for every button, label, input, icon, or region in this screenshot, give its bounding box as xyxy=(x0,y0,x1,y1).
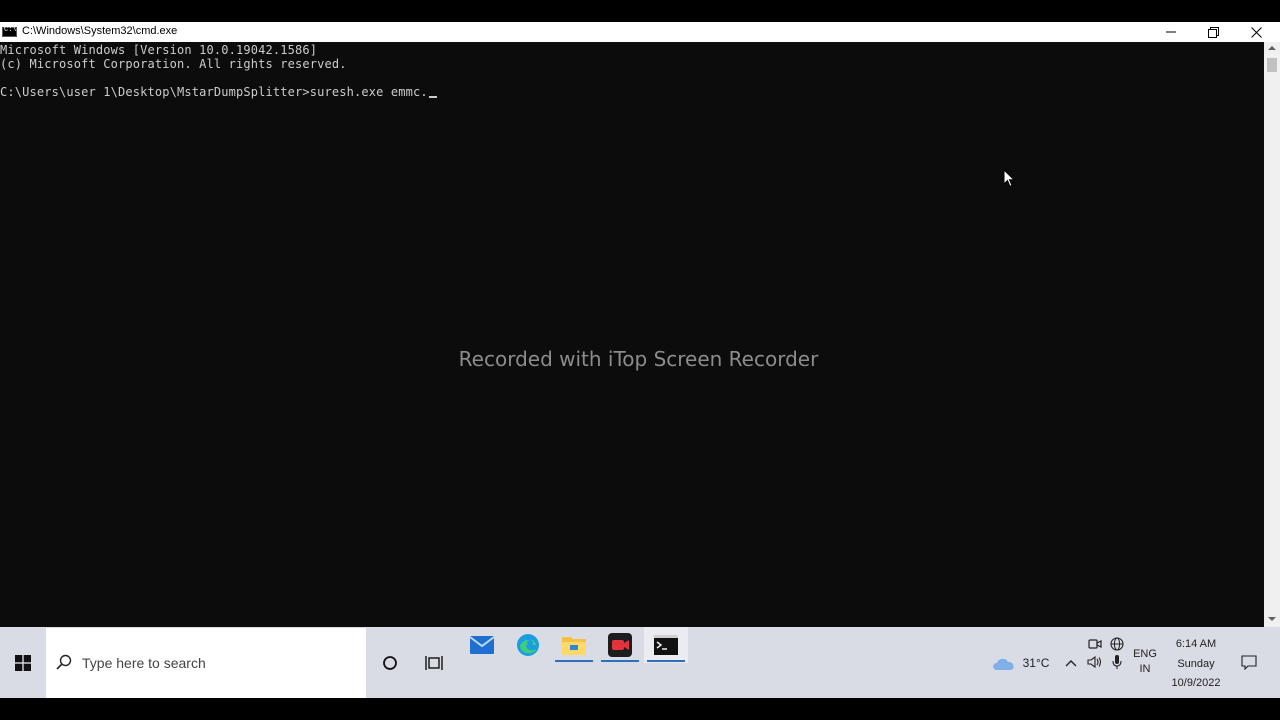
edge-icon xyxy=(517,634,539,656)
command-text[interactable]: C:\Users\user 1\Desktop\MstarDumpSplitte… xyxy=(0,85,428,99)
minimize-button[interactable] xyxy=(1150,22,1192,42)
scroll-thumb[interactable] xyxy=(1267,58,1277,72)
scroll-down-arrow-icon[interactable] xyxy=(1268,617,1276,621)
task-view-button[interactable] xyxy=(412,627,456,698)
screen-recorder-icon xyxy=(608,633,632,657)
show-hidden-icons-button[interactable] xyxy=(1060,627,1082,698)
weather-temperature: 31°C xyxy=(1022,655,1050,670)
close-icon xyxy=(1250,26,1262,38)
scroll-up-arrow-icon[interactable] xyxy=(1268,46,1276,50)
letterbox-bottom xyxy=(0,698,1280,720)
restore-button[interactable] xyxy=(1192,22,1234,42)
search-icon xyxy=(56,654,72,670)
cmd-window[interactable]: C:\ C:\Windows\System32\cmd.exe Microsof… xyxy=(0,22,1280,627)
mouse-pointer-icon xyxy=(1003,169,1015,188)
volume-button[interactable] xyxy=(1086,644,1104,680)
search-box[interactable]: Type here to search xyxy=(46,628,366,698)
chevron-up-icon xyxy=(1065,659,1077,666)
text-cursor xyxy=(428,96,437,98)
language-code: ENG xyxy=(1133,648,1157,660)
input-language-indicator[interactable]: ENG IN xyxy=(1128,647,1162,677)
windows-logo-icon xyxy=(14,654,31,671)
vertical-scrollbar[interactable] xyxy=(1264,42,1280,627)
search-placeholder[interactable]: Type here to search xyxy=(82,655,206,671)
restore-icon xyxy=(1207,26,1219,38)
clock[interactable]: 6:14 AM Sunday 10/9/2022 xyxy=(1165,635,1227,694)
microphone-button[interactable] xyxy=(1108,644,1126,680)
region-code: IN xyxy=(1139,663,1151,675)
taskbar-screen-recorder[interactable] xyxy=(598,627,642,663)
clock-time: 6:14 AM xyxy=(1175,638,1217,650)
mail-icon xyxy=(470,636,494,654)
taskbar-file-explorer[interactable] xyxy=(552,627,596,663)
command-prompt-line[interactable]: C:\Users\user 1\Desktop\MstarDumpSplitte… xyxy=(0,85,437,99)
console-output[interactable]: Microsoft Windows [Version 10.0.19042.15… xyxy=(0,42,1264,627)
speaker-icon xyxy=(1087,655,1102,669)
taskbar-edge[interactable] xyxy=(506,627,550,663)
recorder-watermark: Recorded with iTop Screen Recorder xyxy=(458,347,819,371)
cloud-icon xyxy=(992,658,1014,670)
minimize-icon xyxy=(1166,31,1176,33)
weather-widget[interactable]: 31°C xyxy=(988,627,1052,698)
taskbar-mail[interactable] xyxy=(460,627,504,663)
notification-icon xyxy=(1241,655,1257,670)
clock-day: Sunday xyxy=(1177,657,1215,670)
cortana-button[interactable] xyxy=(368,627,412,698)
title-bar[interactable]: C:\ C:\Windows\System32\cmd.exe xyxy=(0,22,1280,42)
file-explorer-icon xyxy=(562,637,586,655)
action-center-button[interactable] xyxy=(1234,627,1264,698)
window-title: C:\Windows\System32\cmd.exe xyxy=(22,25,178,37)
cmd-window-icon[interactable]: C:\ xyxy=(2,26,17,37)
task-view-icon xyxy=(425,655,443,670)
console-line: (c) Microsoft Corporation. All rights re… xyxy=(0,57,347,71)
close-button[interactable] xyxy=(1235,22,1277,42)
start-button[interactable] xyxy=(0,627,45,698)
cmd-icon xyxy=(654,635,678,655)
clock-date: 10/9/2022 xyxy=(1171,677,1221,689)
letterbox-top xyxy=(0,0,1280,22)
taskbar-cmd[interactable] xyxy=(644,627,688,663)
console-line: Microsoft Windows [Version 10.0.19042.15… xyxy=(0,43,318,57)
microphone-icon xyxy=(1112,655,1122,669)
cortana-icon xyxy=(383,655,397,670)
taskbar: Type here to search 31°C ENG IN 6:14 AM … xyxy=(0,627,1280,698)
